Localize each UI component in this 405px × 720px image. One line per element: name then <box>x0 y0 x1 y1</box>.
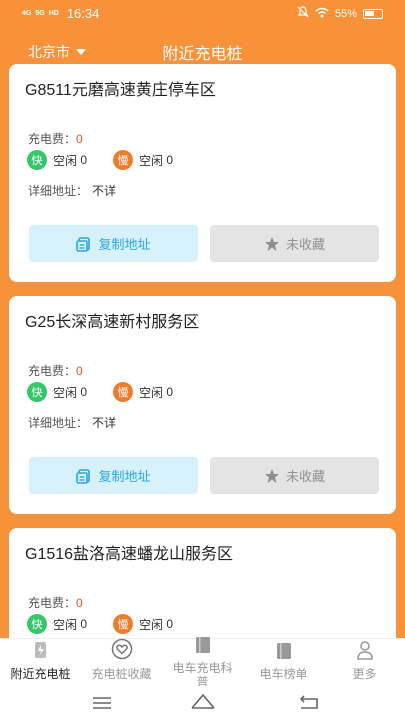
tab-label: 附近充电桩 <box>10 667 71 681</box>
caret-down-icon <box>76 49 86 55</box>
tab-ev-science[interactable]: 电车充电科普 <box>162 633 243 689</box>
station-card[interactable]: G8511元磨高速黄庄停车区 充电费：0 快 空闲 0 慢 空闲 0 详细地址：… <box>9 64 396 282</box>
charging-station-icon <box>32 640 50 663</box>
person-icon <box>356 640 374 663</box>
hd-indicator: HD <box>48 10 59 17</box>
fee-label: 充电费： <box>28 596 77 610</box>
signal-5g: 5G <box>35 10 45 17</box>
address-label: 详细地址： <box>28 184 89 198</box>
favorite-button[interactable]: 未收藏 <box>210 225 379 262</box>
slow-badge: 慢 <box>113 614 134 634</box>
city-selector[interactable]: 北京市 <box>28 42 86 62</box>
slow-badge: 慢 <box>113 150 134 170</box>
fee-label: 充电费： <box>28 364 77 378</box>
mute-icon <box>297 6 309 21</box>
copy-address-label: 复制地址 <box>98 469 151 484</box>
slow-badge: 慢 <box>113 382 134 402</box>
availability-row: 快 空闲 0 慢 空闲 0 <box>27 614 173 634</box>
fee-value: 0 <box>76 132 83 146</box>
slow-idle-label: 空闲 <box>139 385 164 400</box>
tab-label: 更多 <box>352 667 377 681</box>
favorite-label: 未收藏 <box>285 469 325 484</box>
tab-nearby-chargers[interactable]: 附近充电桩 <box>0 639 81 687</box>
system-nav-bar <box>0 686 405 720</box>
signal-4g: 4G <box>22 10 32 17</box>
favorite-button[interactable]: 未收藏 <box>210 457 379 494</box>
battery-percent: 55% <box>334 7 357 20</box>
station-card[interactable]: G25长深高速新村服务区 充电费：0 快 空闲 0 慢 空闲 0 详细地址： 不详… <box>9 296 396 514</box>
tab-label: 充电桩收藏 <box>91 667 152 681</box>
charging-fee: 充电费：0 <box>28 362 83 379</box>
fee-value: 0 <box>76 364 83 378</box>
fast-idle-count: 0 <box>80 153 88 167</box>
copy-icon <box>76 236 92 252</box>
tab-label: 电车充电科普 <box>172 661 233 689</box>
charging-fee: 充电费：0 <box>28 130 83 147</box>
tab-ev-ranking[interactable]: 电车榜单 <box>243 639 324 687</box>
tab-favorites[interactable]: 充电桩收藏 <box>81 638 162 687</box>
slow-idle-count: 0 <box>166 385 174 399</box>
heart-icon <box>111 638 133 663</box>
ranking-book-icon <box>275 642 293 663</box>
fast-idle-label: 空闲 <box>53 385 78 400</box>
status-bar: 4G 5G HD 16:34 55% <box>0 0 405 26</box>
fast-idle-count: 0 <box>80 617 88 631</box>
slow-idle-count: 0 <box>166 153 174 167</box>
tab-label: 电车榜单 <box>259 667 308 681</box>
station-name: G1516盐洛高速蟠龙山服务区 <box>25 546 234 563</box>
app-header: 附近充电桩 北京市 <box>0 36 405 64</box>
wifi-icon <box>315 7 329 21</box>
fast-badge: 快 <box>27 614 47 634</box>
book-icon <box>194 636 212 657</box>
charging-fee: 充电费：0 <box>28 594 83 611</box>
slow-idle-label: 空闲 <box>139 617 164 632</box>
copy-address-button[interactable]: 复制地址 <box>29 225 198 262</box>
fast-idle-label: 空闲 <box>53 153 78 168</box>
fee-label: 充电费： <box>28 132 77 146</box>
tab-more[interactable]: 更多 <box>324 639 405 687</box>
favorite-label: 未收藏 <box>285 237 325 252</box>
copy-icon <box>76 468 92 484</box>
fast-badge: 快 <box>27 150 47 170</box>
copy-address-button[interactable]: 复制地址 <box>29 457 198 494</box>
address-row: 详细地址： 不详 <box>28 414 116 431</box>
fast-idle-label: 空闲 <box>53 617 78 632</box>
station-name: G25长深高速新村服务区 <box>25 314 200 331</box>
star-icon <box>264 236 280 252</box>
slow-idle-label: 空闲 <box>139 153 164 168</box>
copy-address-label: 复制地址 <box>98 237 151 252</box>
address-label: 详细地址： <box>28 416 89 430</box>
bottom-tab-bar: 附近充电桩 充电桩收藏 电车充电科普 电车榜单 更多 <box>0 637 405 689</box>
fast-badge: 快 <box>27 382 47 402</box>
availability-row: 快 空闲 0 慢 空闲 0 <box>27 382 173 402</box>
station-name: G8511元磨高速黄庄停车区 <box>25 82 216 99</box>
home-icon[interactable] <box>190 692 216 715</box>
fee-value: 0 <box>76 596 83 610</box>
battery-icon <box>363 8 383 19</box>
menu-icon[interactable] <box>92 696 112 715</box>
address-value: 不详 <box>92 184 117 198</box>
city-label: 北京市 <box>28 44 70 60</box>
availability-row: 快 空闲 0 慢 空闲 0 <box>27 150 173 170</box>
fast-idle-count: 0 <box>80 385 88 399</box>
back-icon[interactable] <box>298 694 320 715</box>
address-value: 不详 <box>92 416 117 430</box>
slow-idle-count: 0 <box>166 617 174 631</box>
star-icon <box>264 468 280 484</box>
address-row: 详细地址： 不详 <box>28 182 116 199</box>
clock: 16:34 <box>66 6 100 21</box>
